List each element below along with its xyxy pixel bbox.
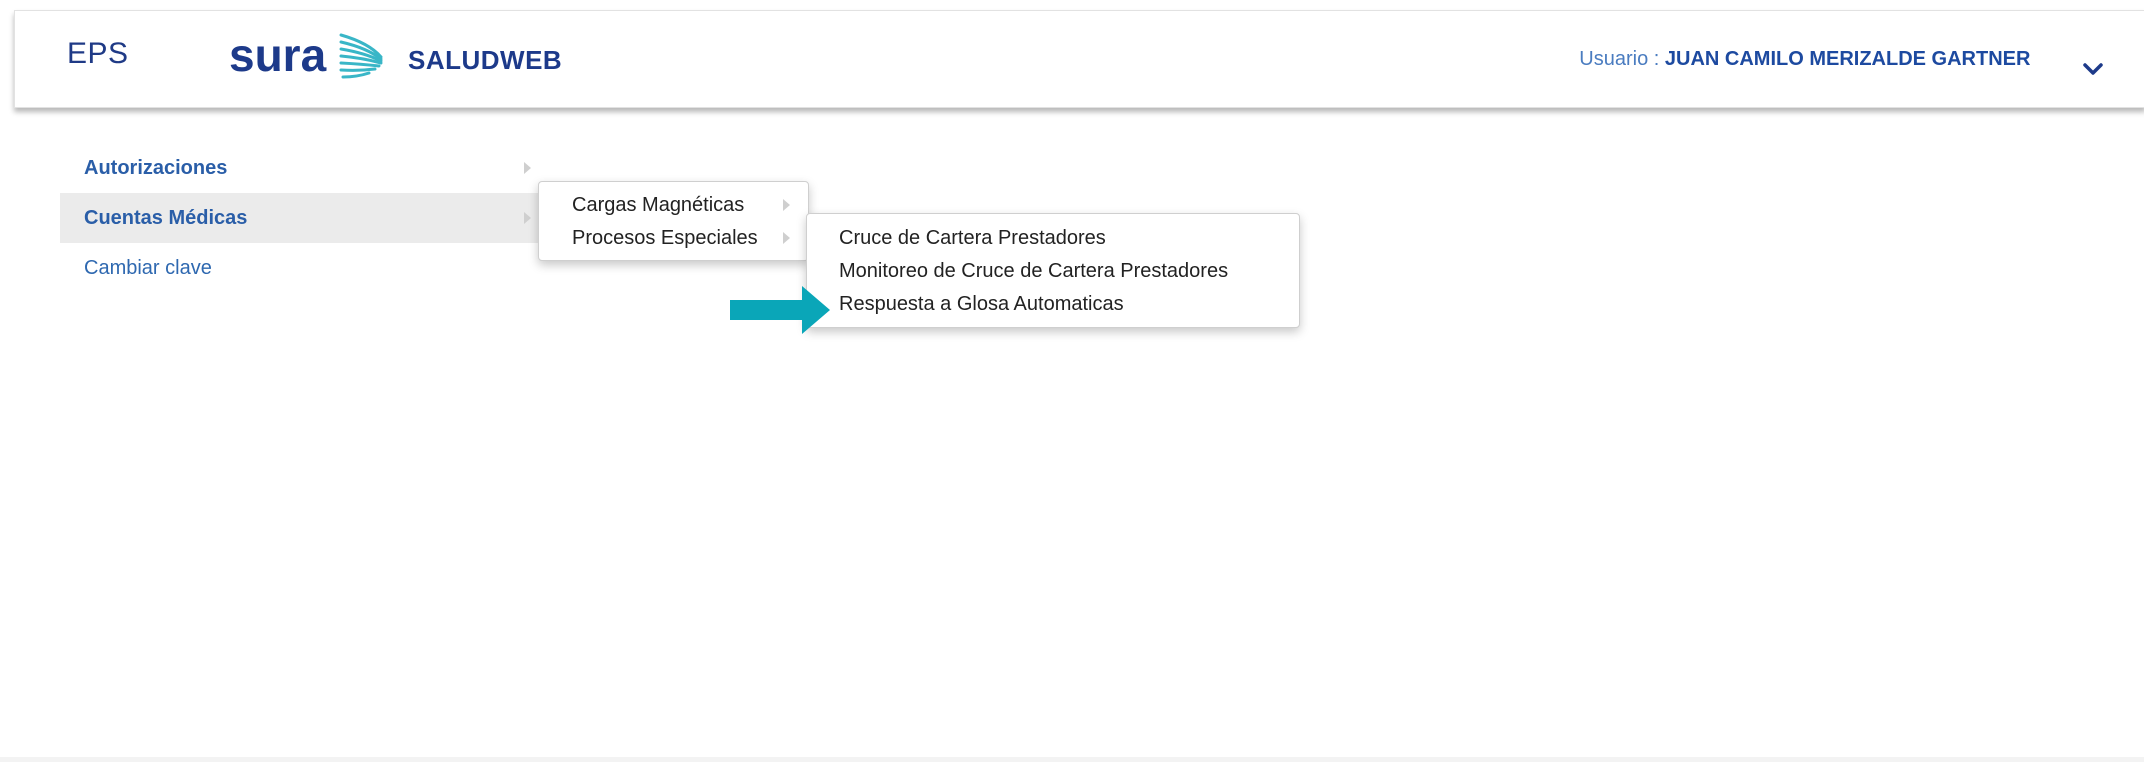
brand-wordmark: sura xyxy=(229,29,327,81)
app-name: SALUDWEB xyxy=(408,45,563,75)
sidebar-item-label: Autorizaciones xyxy=(84,157,228,179)
menu-item-monitoreo-cruce[interactable]: Monitoreo de Cruce de Cartera Prestadore… xyxy=(839,260,1228,283)
sidebar-item-label: Cambiar clave xyxy=(84,257,212,279)
chevron-right-icon xyxy=(783,199,790,211)
sidebar-item-cuentas-medicas[interactable]: Cuentas Médicas xyxy=(60,193,540,243)
submenu-cuentas-medicas: Cargas Magnéticas Procesos Especiales xyxy=(538,181,809,261)
user-name[interactable]: JUAN CAMILO MERIZALDE GARTNER xyxy=(1665,48,2031,70)
footer-divider xyxy=(0,757,2144,762)
sidebar-item-cambiar-clave[interactable]: Cambiar clave xyxy=(60,243,540,293)
submenu-procesos-especiales: Cruce de Cartera Prestadores Monitoreo d… xyxy=(806,213,1300,328)
chevron-right-icon xyxy=(524,162,531,174)
sidebar-item-label: Cuentas Médicas xyxy=(84,207,248,229)
menu-item-procesos-especiales[interactable]: Procesos Especiales xyxy=(572,227,758,250)
top-header: EPS sura SALUDWEB Usuario : JUAN CAMILO … xyxy=(14,10,2144,108)
sidebar-menu: Autorizaciones Cuentas Médicas Cambiar c… xyxy=(60,143,540,293)
sura-logo-icon: sura xyxy=(229,29,383,81)
menu-item-cruce-cartera[interactable]: Cruce de Cartera Prestadores xyxy=(839,227,1106,250)
chevron-right-icon xyxy=(524,212,531,224)
user-prefix: Usuario : xyxy=(1579,48,1665,70)
sidebar-item-autorizaciones[interactable]: Autorizaciones xyxy=(60,143,540,193)
menu-item-cargas-magneticas[interactable]: Cargas Magnéticas xyxy=(572,194,744,217)
chevron-right-icon xyxy=(783,232,790,244)
menu-item-respuesta-glosa[interactable]: Respuesta a Glosa Automaticas xyxy=(839,293,1124,316)
chevron-down-icon[interactable] xyxy=(2082,61,2104,77)
callout-arrow-icon xyxy=(730,286,830,334)
eps-label: EPS xyxy=(67,37,129,70)
user-info: Usuario : JUAN CAMILO MERIZALDE GARTNER xyxy=(1579,48,2090,71)
